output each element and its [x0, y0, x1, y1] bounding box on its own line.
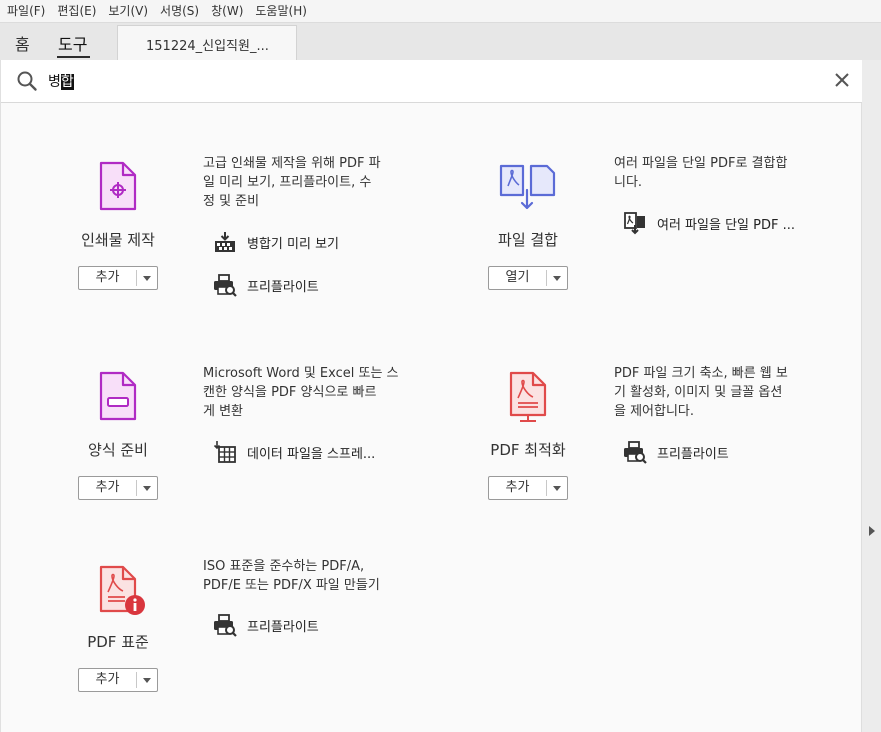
chevron-down-icon[interactable]	[143, 486, 151, 491]
tool-name-combine-files: 파일 결합	[498, 231, 558, 249]
tool-name-pdf-standards: PDF 표준	[87, 633, 149, 651]
subtool-label: 데이터 파일을 스프레...	[247, 446, 376, 462]
menu-view[interactable]: 보기(V)	[101, 0, 153, 22]
tool-description-optimize-pdf: PDF 파일 크기 축소, 빠른 웹 보 기 활성화, 이미지 및 글꼴 옵션 …	[614, 364, 824, 421]
tab-home[interactable]: 홈	[15, 31, 30, 55]
add-pdf-standards-button[interactable]: 추가	[78, 668, 158, 692]
button-divider	[136, 270, 137, 286]
chevron-down-icon[interactable]	[553, 276, 561, 281]
add-prepare-form-button[interactable]: 추가	[78, 476, 158, 500]
subtool-label: 여러 파일을 단일 PDF ...	[657, 217, 795, 233]
description-line: 일 미리 보기, 프리플라이트, 수	[203, 175, 372, 190]
chevron-down-icon[interactable]	[143, 678, 151, 683]
add-print-production-button[interactable]: 추가	[78, 266, 158, 290]
description-line: 니다.	[614, 175, 643, 190]
preflight-icon	[624, 441, 647, 464]
prepare-form-icon	[99, 371, 137, 421]
add-button-label: 추가	[95, 672, 120, 687]
tab-document-label: 151224_신입직원_...	[146, 39, 269, 54]
tool-name-print-production: 인쇄물 제작	[81, 231, 155, 249]
optimize-pdf-icon	[509, 371, 547, 422]
description-line: 기 활성화, 이미지 및 글꼴 옵션	[614, 385, 783, 400]
tool-name-prepare-form: 양식 준비	[88, 441, 148, 459]
menu-bar: 파일(F) 편집(E) 보기(V) 서명(S) 창(W) 도움말(H)	[0, 0, 881, 22]
chevron-down-icon[interactable]	[143, 276, 151, 281]
subtool-preflight[interactable]: 프리플라이트	[213, 613, 319, 637]
search-text-prefix: 병	[48, 74, 61, 90]
pdf-standards-icon	[99, 565, 145, 615]
subtool-combine-files[interactable]: 여러 파일을 단일 PDF ...	[623, 211, 795, 235]
tab-tools[interactable]: 도구	[58, 31, 87, 55]
description-line: 여러 파일을 단일 PDF로 결합합	[614, 156, 788, 171]
description-line: 정 및 준비	[203, 194, 260, 209]
subtool-label: 프리플라이트	[247, 619, 319, 635]
menu-sign[interactable]: 서명(S)	[153, 0, 204, 22]
description-line: 을 제어합니다.	[614, 404, 695, 419]
button-divider	[136, 480, 137, 496]
output-preview-icon	[215, 232, 235, 252]
tool-name-optimize-pdf: PDF 최적화	[490, 441, 566, 459]
subtool-data-file-spreadsheet[interactable]: 데이터 파일을 스프레...	[213, 440, 375, 464]
description-line: Microsoft Word 및 Excel 또는 스	[203, 366, 399, 381]
print-production-icon	[99, 161, 137, 211]
right-pane-toggle[interactable]	[862, 60, 881, 732]
tab-document[interactable]: 151224_신입직원_...	[117, 25, 297, 60]
description-line: ISO 표준을 준수하는 PDF/A,	[203, 559, 365, 574]
subtool-output-preview[interactable]: 병합기 미리 보기	[213, 230, 339, 254]
tab-bar: 홈 도구 151224_신입직원_...	[0, 22, 881, 61]
chevron-down-icon[interactable]	[553, 486, 561, 491]
subtool-label: 프리플라이트	[657, 446, 729, 462]
search-text-selected: 합	[60, 74, 74, 90]
subtool-label: 프리플라이트	[247, 279, 319, 295]
data-file-spreadsheet-icon	[213, 441, 236, 463]
combine-files-icon	[624, 212, 645, 235]
add-button-label: 추가	[505, 480, 530, 495]
description-line: 게 변환	[203, 404, 244, 419]
preflight-icon	[214, 274, 237, 297]
preflight-icon	[214, 614, 237, 637]
tools-center: 병합 인쇄물 제작 추가 고급 인쇄물 제작을 위해 PDF 파 일 미리 보기…	[0, 60, 863, 732]
tool-search-bar: 병합	[1, 60, 863, 103]
description-line: PDF/E 또는 PDF/X 파일 만들기	[203, 578, 380, 593]
combine-files-icon	[499, 164, 556, 210]
description-line: 고급 인쇄물 제작을 위해 PDF 파	[203, 156, 381, 171]
button-divider	[546, 270, 547, 286]
description-line: 캔한 양식을 PDF 양식으로 빠르	[203, 385, 377, 400]
menu-file[interactable]: 파일(F)	[0, 0, 50, 22]
menu-window[interactable]: 창(W)	[204, 0, 248, 22]
subtool-preflight[interactable]: 프리플라이트	[213, 273, 319, 297]
button-divider	[546, 480, 547, 496]
search-input[interactable]: 병합	[48, 71, 74, 91]
tool-description-print-production: 고급 인쇄물 제작을 위해 PDF 파 일 미리 보기, 프리플라이트, 수 정…	[203, 154, 413, 211]
open-combine-files-button[interactable]: 열기	[488, 266, 568, 290]
add-button-label: 추가	[95, 480, 120, 495]
add-optimize-pdf-button[interactable]: 추가	[488, 476, 568, 500]
subtool-preflight[interactable]: 프리플라이트	[623, 440, 729, 464]
menu-edit[interactable]: 편집(E)	[50, 0, 101, 22]
button-divider	[136, 672, 137, 688]
tool-description-combine-files: 여러 파일을 단일 PDF로 결합합 니다.	[614, 154, 824, 192]
close-icon[interactable]	[832, 70, 852, 90]
tool-description-prepare-form: Microsoft Word 및 Excel 또는 스 캔한 양식을 PDF 양…	[203, 364, 433, 421]
menu-help[interactable]: 도움말(H)	[248, 0, 312, 22]
chevron-right-icon[interactable]	[869, 526, 875, 536]
description-line: PDF 파일 크기 축소, 빠른 웹 보	[614, 366, 788, 381]
tool-description-pdf-standards: ISO 표준을 준수하는 PDF/A, PDF/E 또는 PDF/X 파일 만들…	[203, 557, 433, 595]
open-button-label: 열기	[505, 270, 530, 285]
search-icon	[17, 71, 37, 91]
active-tab-underline	[57, 56, 90, 58]
add-button-label: 추가	[95, 270, 120, 285]
subtool-label: 병합기 미리 보기	[247, 236, 339, 252]
